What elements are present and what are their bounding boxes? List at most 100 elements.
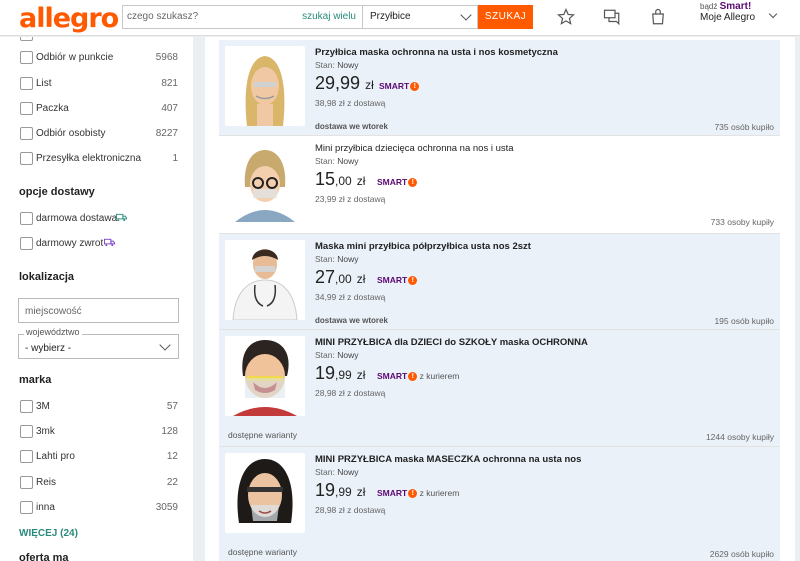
checkbox[interactable] (20, 152, 33, 165)
condition-value: Nowy (337, 254, 359, 264)
price-currency: zł (356, 272, 366, 286)
filter-label: Odbiór w punkcie (36, 52, 114, 63)
condition-label: Stan: (315, 254, 335, 264)
price-currency: zł (365, 78, 374, 92)
listings-area: Przyłbica maska ochronna na usta i nos k… (205, 37, 795, 561)
allegro-logo[interactable]: allegro (19, 3, 119, 34)
filter-label: inna (36, 502, 55, 513)
price-main: 19 (315, 363, 336, 383)
list-item[interactable]: Mini przyłbica dziecięca ochronna na nos… (219, 136, 780, 234)
price-decimal: ,99 (335, 368, 352, 382)
listing-condition: Stan: Nowy (315, 156, 359, 166)
location-title: lokalizacja (19, 271, 75, 283)
offer-title: oferta ma (19, 552, 69, 561)
filter-brand[interactable]: Lahti pro 12 (20, 450, 180, 464)
filter-count: 57 (166, 401, 178, 412)
filter-brand[interactable]: 3M 57 (20, 400, 180, 414)
filter-free-delivery[interactable]: darmowa dostawa (20, 212, 180, 226)
condition-label: Stan: (315, 467, 335, 477)
courier-label: z kurierem (419, 488, 460, 498)
filter-label: Reis (36, 477, 57, 488)
filter-count: 3059 (155, 502, 178, 513)
price-main: 29,99 (315, 73, 361, 93)
smart-label: SMART (379, 81, 410, 91)
checkbox[interactable] (20, 77, 33, 90)
more-brands-link[interactable]: WIĘCEJ (24) (19, 528, 78, 539)
filter-delivery-method[interactable]: Przesyłka elektroniczna 1 (20, 152, 180, 166)
product-image[interactable] (225, 142, 305, 222)
checkbox[interactable] (20, 237, 33, 250)
smart-badge: SMART! (377, 275, 418, 286)
checkbox[interactable] (20, 127, 33, 140)
page-scrollbar[interactable] (795, 37, 800, 561)
checkbox[interactable] (20, 450, 33, 463)
messages-icon[interactable] (603, 8, 621, 26)
condition-value: Nowy (337, 467, 359, 477)
filter-label: 3M (36, 401, 50, 412)
filter-label: Lahti pro (36, 451, 75, 462)
checkbox[interactable] (20, 400, 33, 413)
filter-delivery-method[interactable]: Odbiór osobisty 8227 (20, 127, 180, 141)
search-input[interactable]: czego szukasz? (127, 11, 198, 22)
checkbox[interactable] (20, 476, 33, 489)
listing-delivery: dostawa we wtorek (315, 316, 388, 325)
filter-delivery-method[interactable]: List 821 (20, 77, 180, 91)
region-select[interactable]: - wybierz - (18, 334, 179, 359)
delivery-options-title: opcje dostawy (19, 186, 95, 198)
listing-title[interactable]: Maska mini przyłbica półprzyłbica usta n… (315, 241, 531, 252)
my-allegro-menu[interactable]: Moje Allegro (700, 12, 755, 23)
listing-title[interactable]: MINI PRZYŁBICA maska MASECZKA ochronna n… (315, 454, 581, 465)
checkbox[interactable] (20, 212, 33, 225)
condition-label: Stan: (315, 60, 335, 70)
smart-icon: ! (408, 276, 418, 286)
filter-count: 8227 (155, 128, 178, 139)
variants-label[interactable]: dostępne warianty (228, 430, 297, 440)
filter-brand[interactable]: Reis 22 (20, 476, 180, 490)
smart-promo[interactable]: bądź Smart! (700, 1, 751, 12)
filters-sidebar: Odbiór w punkcie 5968 List 821 Paczka 407 O… (0, 37, 193, 561)
filter-label: Paczka (36, 103, 69, 114)
filter-brand[interactable]: inna 3059 (20, 501, 180, 515)
listing-title[interactable]: Mini przyłbica dziecięca ochronna na nos… (315, 143, 514, 154)
product-image[interactable] (225, 240, 305, 320)
return-truck-icon (104, 238, 115, 247)
filter-delivery-method[interactable]: Odbiór w punkcie 5968 (20, 51, 180, 65)
filter-brand[interactable]: 3mk 128 (20, 425, 180, 439)
listing-title[interactable]: MINI PRZYŁBICA dla DZIECI do SZKOŁY mask… (315, 337, 588, 348)
listing-shipping: 28,98 zł z dostawą (315, 505, 386, 515)
product-image[interactable] (225, 336, 305, 416)
filter-label: List (36, 78, 52, 89)
listing-bought: 195 osób kupiło (714, 316, 774, 326)
filter-count: 821 (161, 78, 178, 89)
product-image[interactable] (225, 46, 305, 126)
product-image[interactable] (225, 453, 305, 533)
list-item[interactable]: Przyłbica maska ochronna na usta i nos k… (219, 40, 780, 136)
listing-shipping: 38,98 zł z dostawą (315, 98, 386, 108)
cart-icon[interactable] (649, 8, 667, 26)
search-box[interactable]: czego szukasz? szukaj wielu (122, 5, 362, 29)
city-input[interactable]: miejscowość (18, 298, 179, 323)
chevron-down-icon (460, 9, 472, 21)
price-main: 27 (315, 267, 336, 287)
filter-delivery-method[interactable]: Paczka 407 (20, 102, 180, 116)
variants-label[interactable]: dostępne warianty (228, 547, 297, 557)
checkbox[interactable] (20, 51, 33, 64)
star-icon[interactable] (557, 8, 575, 26)
filter-free-return[interactable]: darmowy zwrot (20, 237, 180, 251)
smart-icon: ! (408, 372, 418, 382)
search-many-link[interactable]: szukaj wielu (302, 11, 356, 22)
checkbox[interactable] (20, 102, 33, 115)
listing-title[interactable]: Przyłbica maska ochronna na usta i nos k… (315, 47, 558, 58)
checkbox[interactable] (20, 501, 33, 514)
listing-price: 19,99 zł (315, 480, 365, 501)
smart-icon: ! (410, 82, 420, 92)
list-item[interactable]: MINI PRZYŁBICA maska MASECZKA ochronna n… (219, 447, 780, 561)
search-button[interactable]: SZUKAJ (478, 5, 533, 29)
list-item[interactable]: Maska mini przyłbica półprzyłbica usta n… (219, 234, 780, 330)
checkbox[interactable] (20, 425, 33, 438)
price-main: 19 (315, 480, 336, 500)
category-select[interactable]: Przyłbice (362, 5, 478, 29)
filter-count: 12 (166, 451, 178, 462)
list-item[interactable]: MINI PRZYŁBICA dla DZIECI do SZKOŁY mask… (219, 330, 780, 447)
listing-price: 19,99 zł (315, 363, 365, 384)
